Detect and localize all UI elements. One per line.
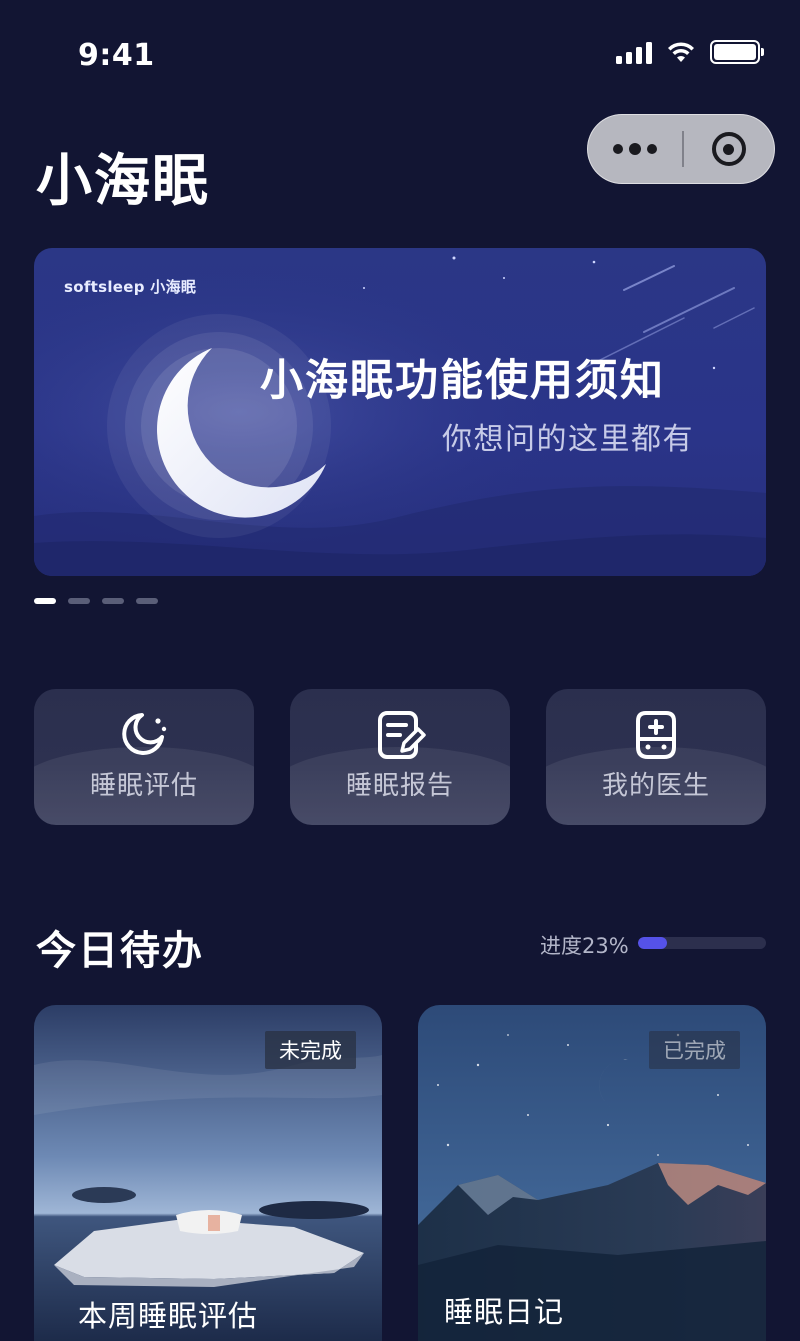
more-dots-icon[interactable]	[588, 115, 682, 183]
quick-action-label: 睡眠报告	[345, 771, 454, 801]
banner-brand-logo: softsleep 小海眠	[64, 278, 197, 296]
wifi-icon	[668, 42, 694, 62]
status-badge: 已完成	[649, 1031, 740, 1069]
quick-action-sleep-assessment[interactable]: 睡眠评估	[34, 689, 254, 825]
banner-subtitle: 你想问的这里都有	[442, 422, 694, 457]
carousel-dot[interactable]	[102, 598, 124, 604]
banner-illustration	[34, 248, 766, 576]
task-name: 睡眠日记	[444, 1295, 565, 1329]
banner-title: 小海眠功能使用须知	[260, 356, 665, 406]
carousel-dot[interactable]	[68, 598, 90, 604]
progress-label: 进度23%	[540, 934, 629, 958]
task-card-weekly-assessment[interactable]: 未完成 本周睡眠评估	[34, 1005, 382, 1341]
signal-icon	[616, 40, 652, 64]
section-title-today: 今日待办	[36, 928, 204, 974]
progress-bar	[638, 937, 766, 949]
status-badge: 未完成	[265, 1031, 356, 1069]
quick-action-label: 睡眠评估	[89, 771, 198, 801]
carousel-dot[interactable]	[136, 598, 158, 604]
page-title: 小海眠	[36, 149, 210, 214]
task-card-sleep-diary[interactable]: 已完成 睡眠日记	[418, 1005, 766, 1341]
quick-action-my-doctor[interactable]: 我的医生	[546, 689, 766, 825]
progress-bar-fill	[638, 937, 668, 949]
target-circle-icon[interactable]	[684, 115, 775, 183]
status-time: 9:41	[78, 38, 155, 73]
status-icons	[616, 40, 764, 64]
doctor-cross-icon	[636, 711, 676, 759]
carousel-dot[interactable]	[34, 598, 56, 604]
battery-icon	[710, 40, 764, 64]
report-edit-icon	[378, 711, 426, 759]
quick-action-sleep-report[interactable]: 睡眠报告	[290, 689, 510, 825]
banner-carousel[interactable]: softsleep 小海眠 小海眠功能使用须知 你想问的这里都有	[34, 248, 766, 576]
task-name: 本周睡眠评估	[78, 1299, 259, 1333]
mini-program-capsule	[587, 114, 775, 184]
carousel-indicator	[34, 598, 158, 604]
quick-action-label: 我的医生	[601, 771, 710, 801]
moon-stars-icon	[122, 713, 167, 755]
